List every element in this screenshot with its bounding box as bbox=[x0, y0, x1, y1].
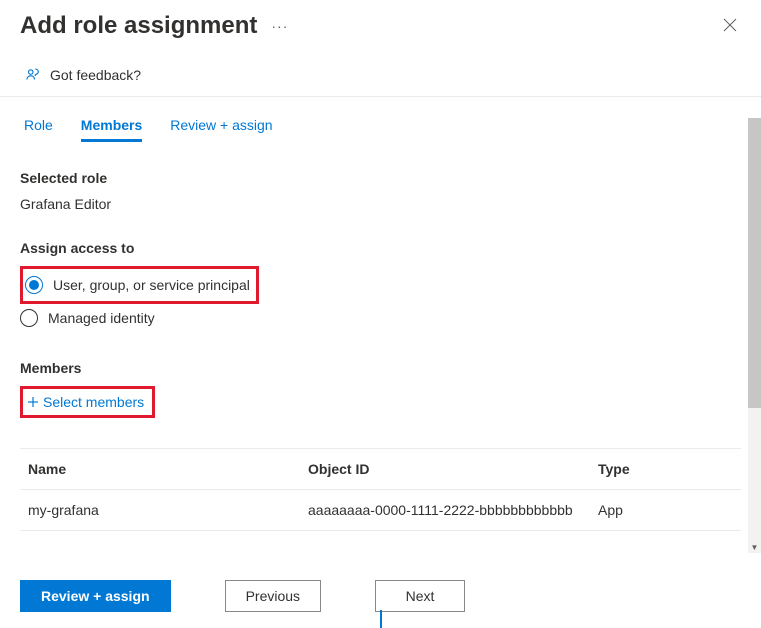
radio-icon bbox=[25, 276, 43, 294]
tab-members[interactable]: Members bbox=[81, 117, 142, 142]
selected-role-value: Grafana Editor bbox=[20, 196, 741, 212]
assign-access-heading: Assign access to bbox=[20, 240, 741, 256]
assign-access-radio-group: User, group, or service principal Manage… bbox=[20, 266, 741, 332]
tab-review-assign[interactable]: Review + assign bbox=[170, 117, 272, 142]
close-button[interactable] bbox=[719, 14, 741, 39]
close-icon bbox=[723, 18, 737, 32]
members-table: Name Object ID Type my-grafana aaaaaaaa-… bbox=[20, 448, 741, 531]
scrollbar-thumb[interactable] bbox=[748, 118, 761, 408]
select-members-label: Select members bbox=[43, 394, 144, 410]
select-members-link[interactable]: Select members bbox=[25, 391, 146, 413]
text-cursor bbox=[380, 610, 382, 628]
feedback-label: Got feedback? bbox=[50, 67, 141, 83]
table-header: Name Object ID Type bbox=[20, 449, 741, 490]
members-heading: Members bbox=[20, 360, 741, 376]
next-button[interactable]: Next bbox=[375, 580, 465, 612]
cell-name: my-grafana bbox=[28, 502, 308, 518]
plus-icon bbox=[27, 396, 39, 408]
page-title: Add role assignment bbox=[20, 12, 257, 40]
cell-type: App bbox=[598, 502, 733, 518]
col-header-type: Type bbox=[598, 461, 733, 477]
previous-button[interactable]: Previous bbox=[225, 580, 321, 612]
tab-bar: Role Members Review + assign bbox=[20, 97, 741, 142]
radio-label: Managed identity bbox=[48, 310, 155, 326]
radio-icon bbox=[20, 309, 38, 327]
review-assign-button[interactable]: Review + assign bbox=[20, 580, 171, 612]
panel-header: Add role assignment ··· bbox=[0, 0, 761, 48]
col-header-name: Name bbox=[28, 461, 308, 477]
tab-role[interactable]: Role bbox=[24, 117, 53, 142]
highlight-select-members: Select members bbox=[20, 386, 155, 418]
table-row[interactable]: my-grafana aaaaaaaa-0000-1111-2222-bbbbb… bbox=[20, 490, 741, 531]
scroll-down-icon[interactable]: ▼ bbox=[748, 541, 761, 553]
col-header-objectid: Object ID bbox=[308, 461, 598, 477]
radio-managed-identity[interactable]: Managed identity bbox=[20, 304, 741, 332]
highlight-user-group: User, group, or service principal bbox=[20, 266, 259, 304]
more-icon[interactable]: ··· bbox=[271, 18, 288, 34]
scrollbar[interactable]: ▲ ▼ bbox=[748, 118, 761, 553]
radio-user-group-principal[interactable]: User, group, or service principal bbox=[25, 271, 250, 299]
selected-role-heading: Selected role bbox=[20, 170, 741, 186]
feedback-icon bbox=[24, 66, 42, 84]
radio-label: User, group, or service principal bbox=[53, 277, 250, 293]
content-scroll: Role Members Review + assign Selected ro… bbox=[0, 97, 761, 542]
feedback-link[interactable]: Got feedback? bbox=[0, 48, 761, 96]
cell-objectid: aaaaaaaa-0000-1111-2222-bbbbbbbbbbbb bbox=[308, 502, 598, 518]
